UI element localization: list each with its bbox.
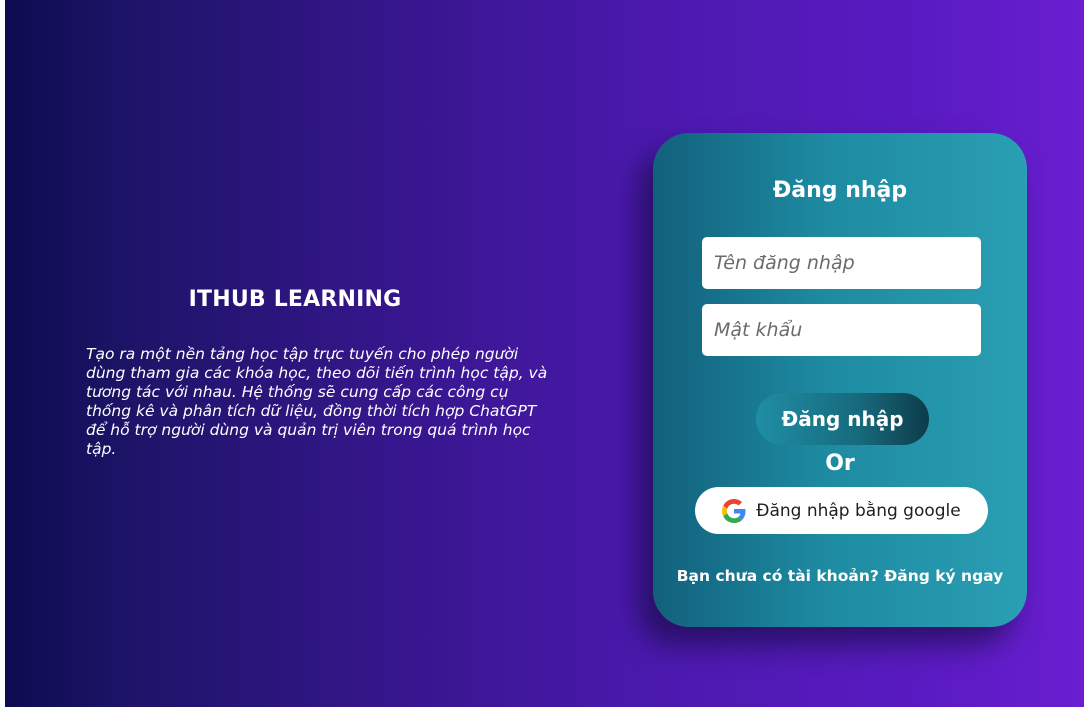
signup-link[interactable]: Đăng ký ngay xyxy=(884,567,1003,585)
google-icon xyxy=(722,498,746,523)
google-login-button[interactable]: Đăng nhập bằng google xyxy=(695,487,988,534)
username-input[interactable] xyxy=(702,237,981,289)
frame-left-edge xyxy=(0,0,5,711)
login-title: Đăng nhập xyxy=(772,178,908,203)
or-divider-text: Or xyxy=(825,451,855,476)
login-button[interactable]: Đăng nhập xyxy=(756,393,929,445)
login-card: Đăng nhập Đăng nhập Or Đăng nhập bằng go… xyxy=(653,133,1027,627)
brand-description: Tạo ra một nền tảng học tập trực tuyến c… xyxy=(86,345,548,458)
no-account-text: Bạn chưa có tài khoản? xyxy=(676,567,879,585)
password-input[interactable] xyxy=(702,304,981,356)
signup-row: Bạn chưa có tài khoản? Đăng ký ngay xyxy=(653,567,1027,585)
google-login-label: Đăng nhập bằng google xyxy=(756,500,961,521)
frame-bottom-edge xyxy=(0,707,1087,711)
brand-title: ITHUB LEARNING xyxy=(188,287,402,312)
